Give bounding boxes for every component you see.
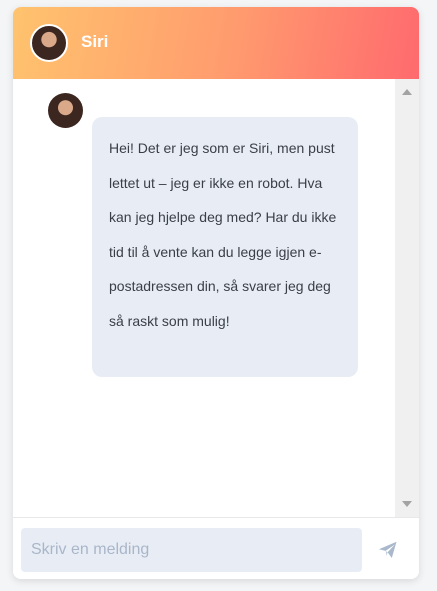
agent-name: Siri: [81, 32, 109, 51]
send-button[interactable]: [373, 537, 403, 563]
composer: [13, 517, 419, 579]
paper-plane-icon: [379, 541, 397, 558]
chat-widget: Siri Hei! Det er jeg som er Siri, men pu…: [13, 7, 419, 579]
message-list[interactable]: Hei! Det er jeg som er Siri, men pust le…: [13, 79, 419, 517]
user-avatar-icon: [48, 93, 83, 128]
user-avatar-icon: [30, 24, 68, 62]
scroll-down-icon[interactable]: [402, 501, 412, 507]
scrollbar[interactable]: [395, 79, 419, 517]
message-bubble: Hei! Det er jeg som er Siri, men pust le…: [92, 117, 358, 377]
message-input[interactable]: [21, 528, 362, 572]
chat-header: Siri: [13, 7, 419, 79]
scroll-up-icon[interactable]: [402, 89, 412, 95]
